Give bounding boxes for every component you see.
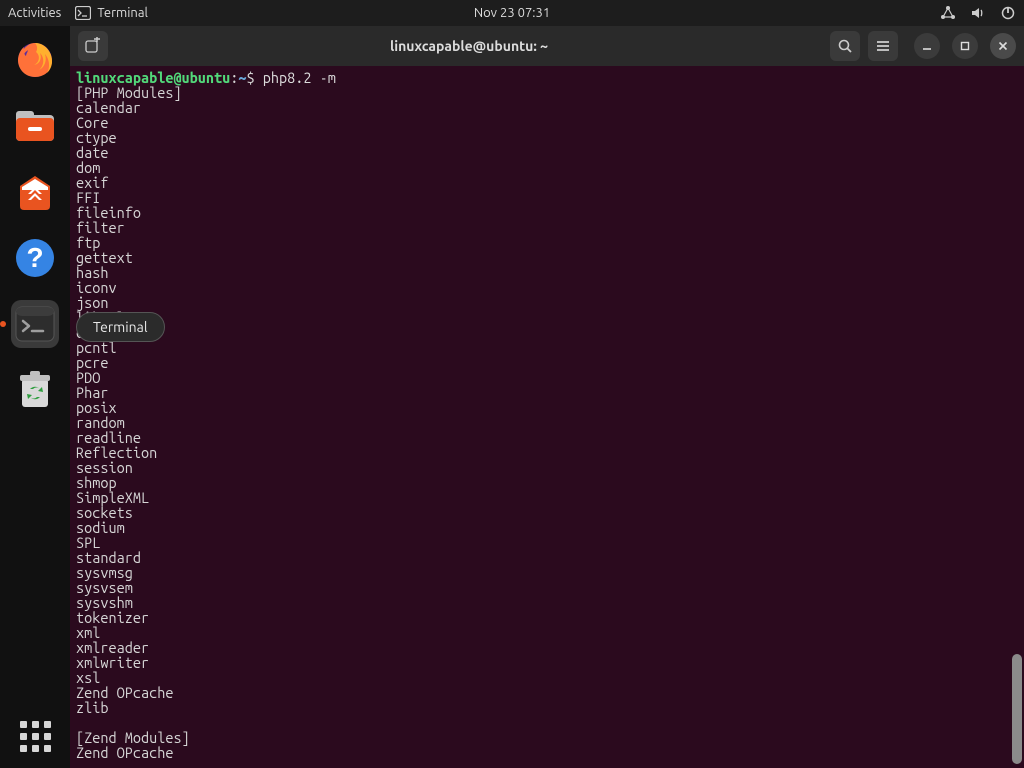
minimize-icon — [921, 40, 933, 52]
output-line: gettext — [76, 250, 1018, 265]
prompt-command: php8.2 -m — [263, 69, 336, 86]
topbar-clock[interactable]: Nov 23 07:31 — [474, 6, 550, 20]
output-line: SPL — [76, 535, 1018, 550]
software-icon — [14, 172, 56, 212]
output-line: sodium — [76, 520, 1018, 535]
output-line: posix — [76, 400, 1018, 415]
search-button[interactable] — [830, 31, 860, 61]
output-line: ftp — [76, 235, 1018, 250]
output-line: calendar — [76, 100, 1018, 115]
dock: ? — [0, 26, 70, 768]
terminal-window: linuxcapable@ubuntu: ~ linuxcapable@ubun… — [70, 26, 1024, 768]
output-line: sysvmsg — [76, 565, 1018, 580]
output-line: sockets — [76, 505, 1018, 520]
output-line: xml — [76, 625, 1018, 640]
dock-tooltip: Terminal — [76, 312, 165, 342]
terminal-app-icon — [15, 306, 55, 342]
network-icon[interactable] — [940, 5, 956, 21]
svg-text:?: ? — [26, 242, 43, 273]
close-icon — [997, 40, 1009, 52]
trash-icon — [16, 369, 54, 411]
dock-software[interactable] — [11, 168, 59, 216]
output-line: session — [76, 460, 1018, 475]
activities-button[interactable]: Activities — [8, 6, 61, 20]
output-line: pcntl — [76, 340, 1018, 355]
output-line: dom — [76, 160, 1018, 175]
output-line: xsl — [76, 670, 1018, 685]
output-line: Phar — [76, 385, 1018, 400]
output-line: random — [76, 415, 1018, 430]
output-line: openssl — [76, 325, 1018, 340]
output-line: standard — [76, 550, 1018, 565]
dock-help[interactable]: ? — [11, 234, 59, 282]
power-icon[interactable] — [1000, 5, 1016, 21]
new-tab-icon — [84, 37, 102, 55]
output-line: sysvshm — [76, 595, 1018, 610]
output-line: fileinfo — [76, 205, 1018, 220]
output-line: date — [76, 145, 1018, 160]
new-tab-button[interactable] — [78, 31, 108, 61]
maximize-icon — [959, 40, 971, 52]
window-titlebar: linuxcapable@ubuntu: ~ — [70, 26, 1024, 66]
output-line: Core — [76, 115, 1018, 130]
output-line: exif — [76, 175, 1018, 190]
output-line: shmop — [76, 475, 1018, 490]
output-line: iconv — [76, 280, 1018, 295]
search-icon — [837, 38, 853, 54]
show-applications[interactable] — [17, 718, 53, 754]
output-line: Reflection — [76, 445, 1018, 460]
output-line: libxml — [76, 310, 1018, 325]
hamburger-icon — [875, 38, 891, 54]
output-line: zlib — [76, 700, 1018, 715]
output-line: pcre — [76, 355, 1018, 370]
menu-button[interactable] — [868, 31, 898, 61]
window-maximize[interactable] — [952, 33, 978, 59]
output-line: SimpleXML — [76, 490, 1018, 505]
dock-terminal[interactable] — [11, 300, 59, 348]
output-line: tokenizer — [76, 610, 1018, 625]
terminal-output: [PHP Modules]calendarCorectypedatedomexi… — [76, 85, 1018, 760]
output-line: [Zend Modules] — [76, 730, 1018, 745]
terminal-body[interactable]: linuxcapable@ubuntu:~$ php8.2 -m [PHP Mo… — [70, 66, 1024, 768]
terminal-icon — [75, 6, 91, 20]
files-icon — [14, 107, 56, 145]
window-minimize[interactable] — [914, 33, 940, 59]
dock-firefox[interactable] — [11, 36, 59, 84]
output-line: Zend OPcache — [76, 745, 1018, 760]
output-line: xmlwriter — [76, 655, 1018, 670]
dock-files[interactable] — [11, 102, 59, 150]
top-bar: Activities Terminal Nov 23 07:31 — [0, 0, 1024, 26]
output-line: readline — [76, 430, 1018, 445]
help-icon: ? — [14, 237, 56, 279]
running-indicator — [0, 321, 6, 327]
volume-icon[interactable] — [970, 5, 986, 21]
output-line: filter — [76, 220, 1018, 235]
output-line: hash — [76, 265, 1018, 280]
output-line: sysvsem — [76, 580, 1018, 595]
output-line: [PHP Modules] — [76, 85, 1018, 100]
output-line: xmlreader — [76, 640, 1018, 655]
output-line: json — [76, 295, 1018, 310]
output-line: PDO — [76, 370, 1018, 385]
output-line — [76, 715, 1018, 730]
window-close[interactable] — [990, 33, 1016, 59]
output-line: ctype — [76, 130, 1018, 145]
topbar-app-label: Terminal — [97, 6, 148, 20]
topbar-app-indicator[interactable]: Terminal — [75, 6, 148, 20]
prompt-path: ~ — [238, 69, 246, 86]
window-title: linuxcapable@ubuntu: ~ — [116, 38, 822, 54]
output-line: FFI — [76, 190, 1018, 205]
prompt-line: linuxcapable@ubuntu:~$ php8.2 -m — [76, 70, 1018, 85]
firefox-icon — [15, 40, 55, 80]
scrollbar-thumb[interactable] — [1012, 654, 1022, 764]
dock-trash[interactable] — [11, 366, 59, 414]
output-line: Zend OPcache — [76, 685, 1018, 700]
